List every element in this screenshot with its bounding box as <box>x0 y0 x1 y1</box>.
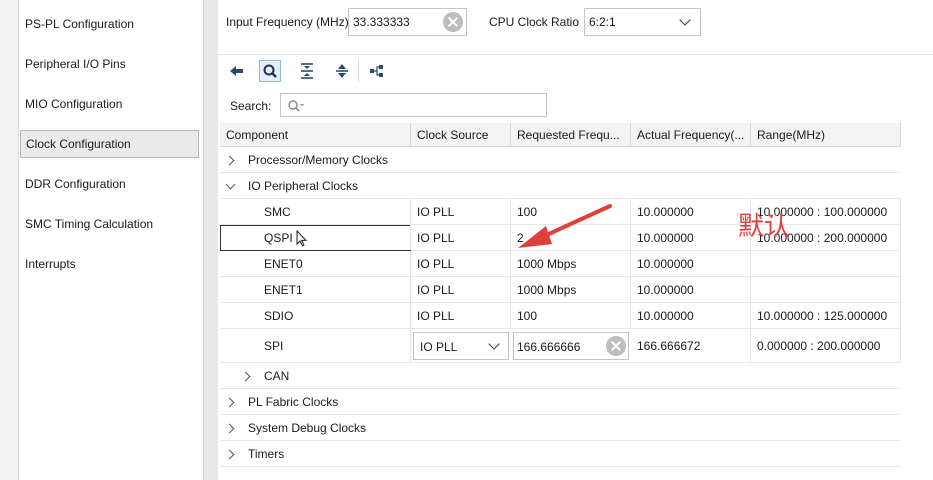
expand-all-icon[interactable] <box>331 60 353 82</box>
sidebar-item-ps-pl-configuration[interactable]: PS-PL Configuration <box>20 11 199 37</box>
sidebar-item-ddr-configuration[interactable]: DDR Configuration <box>20 171 199 197</box>
clear-icon[interactable] <box>443 12 463 32</box>
chevron-right-icon[interactable] <box>224 397 235 408</box>
chevron-down-icon[interactable] <box>225 179 236 190</box>
cpu-clock-ratio-select[interactable]: 6:2:1 <box>584 8 701 36</box>
collapse-all-icon[interactable] <box>296 60 318 82</box>
tree-group-row[interactable]: System Debug Clocks <box>220 415 901 441</box>
cell-requested-frequency[interactable]: 1000 Mbps <box>511 277 631 302</box>
cell-component: SDIO <box>220 303 411 328</box>
cell-component: ENET0 <box>220 251 411 276</box>
clear-icon[interactable] <box>606 336 626 356</box>
search-icon <box>288 100 304 112</box>
cell-clock-source[interactable]: IO PLL <box>411 277 511 302</box>
toolbar-divider-line <box>218 54 933 55</box>
cell-actual-frequency: 10.000000 <box>631 251 751 276</box>
annotation-text: 默认 <box>738 212 791 242</box>
group-label-pl-fabric: PL Fabric Clocks <box>248 395 339 409</box>
column-header-component[interactable]: Component <box>220 123 411 147</box>
sidebar-item-interrupts[interactable]: Interrupts <box>20 251 199 277</box>
input-frequency-label: Input Frequency (MHz) <box>226 15 349 29</box>
cell-clock-source[interactable]: IO PLL <box>411 303 511 328</box>
group-label-system-debug: System Debug Clocks <box>248 421 367 435</box>
left-gutter <box>0 0 19 480</box>
search-input[interactable] <box>280 93 547 117</box>
chevron-right-icon[interactable] <box>224 449 235 460</box>
clock-source-value: IO PLL <box>420 340 458 354</box>
sidebar-item-peripheral-io-pins[interactable]: Peripheral I/O Pins <box>20 51 199 77</box>
cell-range <box>751 251 901 276</box>
tree-group-row[interactable]: CAN <box>220 363 901 389</box>
table-row[interactable]: ENET1 IO PLL 1000 Mbps 10.000000 <box>220 277 901 303</box>
toolbar-separator <box>358 60 359 82</box>
requested-frequency-input[interactable]: 166.666666 <box>513 332 629 360</box>
chevron-down-icon <box>679 14 691 26</box>
back-arrow-icon[interactable] <box>226 60 248 82</box>
sidebar-item-mio-configuration[interactable]: MIO Configuration <box>20 91 199 117</box>
sidebar-nav: PS-PL Configuration Peripheral I/O Pins … <box>19 0 203 480</box>
sidebar-item-smc-timing-calculation[interactable]: SMC Timing Calculation <box>20 211 199 237</box>
column-header-actual-frequency[interactable]: Actual Frequency(... <box>631 123 751 147</box>
table-row[interactable]: SDIO IO PLL 100 10.000000 10.000000 : 12… <box>220 303 901 329</box>
frequency-settings-bar: Input Frequency (MHz) 33.333333 CPU Cloc… <box>218 0 933 50</box>
chevron-right-icon[interactable] <box>224 423 235 434</box>
cell-actual-frequency: 10.000000 <box>631 225 751 250</box>
search-label: Search: <box>230 99 272 113</box>
tree-group-row[interactable]: Processor/Memory Clocks <box>220 147 901 173</box>
column-header-clock-source[interactable]: Clock Source <box>411 123 511 147</box>
splitter-bar[interactable] <box>203 0 219 480</box>
group-label-processor-memory: Processor/Memory Clocks <box>248 153 389 167</box>
table-row[interactable]: SPI IO PLL 166.666666 166.666672 0.00000… <box>220 329 901 363</box>
chevron-right-icon[interactable] <box>224 155 235 166</box>
input-frequency-value: 33.333333 <box>353 15 410 29</box>
cell-range <box>751 277 901 302</box>
cell-actual-frequency: 10.000000 <box>631 303 751 328</box>
cpu-clock-ratio-value: 6:2:1 <box>589 15 616 29</box>
cell-range: 10.000000 : 125.000000 <box>751 303 901 328</box>
chevron-right-icon[interactable] <box>240 371 251 382</box>
cell-range: 0.000000 : 200.000000 <box>751 329 901 362</box>
cell-component: ENET1 <box>220 277 411 302</box>
chevron-down-icon <box>488 338 500 350</box>
tree-group-row[interactable]: PL Fabric Clocks <box>220 389 901 415</box>
cpu-clock-ratio-label: CPU Clock Ratio <box>489 15 580 29</box>
search-icon[interactable] <box>259 60 281 82</box>
hierarchy-icon[interactable] <box>366 60 388 82</box>
cell-actual-frequency: 10.000000 <box>631 199 751 224</box>
mouse-cursor-icon <box>296 230 308 247</box>
annotation-arrow <box>518 204 612 248</box>
cell-requested-frequency[interactable]: 100 <box>511 303 631 328</box>
column-header-range[interactable]: Range(MHz) <box>751 123 901 147</box>
column-header-requested-frequency[interactable]: Requested Frequ... <box>511 123 631 147</box>
cell-actual-frequency: 10.000000 <box>631 277 751 302</box>
requested-frequency-value: 166.666666 <box>517 340 581 354</box>
group-label-can: CAN <box>264 369 290 383</box>
cell-component: QSPI <box>220 225 411 250</box>
cell-clock-source[interactable]: IO PLL <box>411 225 511 250</box>
group-label-io-peripheral: IO Peripheral Clocks <box>248 179 359 193</box>
group-label-timers: Timers <box>248 447 285 461</box>
cell-clock-source[interactable]: IO PLL <box>411 251 511 276</box>
sidebar-item-clock-configuration[interactable]: Clock Configuration <box>20 130 199 158</box>
cell-clock-source[interactable]: IO PLL <box>411 199 511 224</box>
tree-group-row[interactable]: Timers <box>220 441 901 467</box>
cell-component: SMC <box>220 199 411 224</box>
clock-source-select[interactable]: IO PLL <box>413 332 509 360</box>
tree-group-row[interactable]: IO Peripheral Clocks <box>220 173 901 199</box>
cell-actual-frequency: 166.666672 <box>631 329 751 362</box>
cell-component: SPI <box>220 329 411 362</box>
